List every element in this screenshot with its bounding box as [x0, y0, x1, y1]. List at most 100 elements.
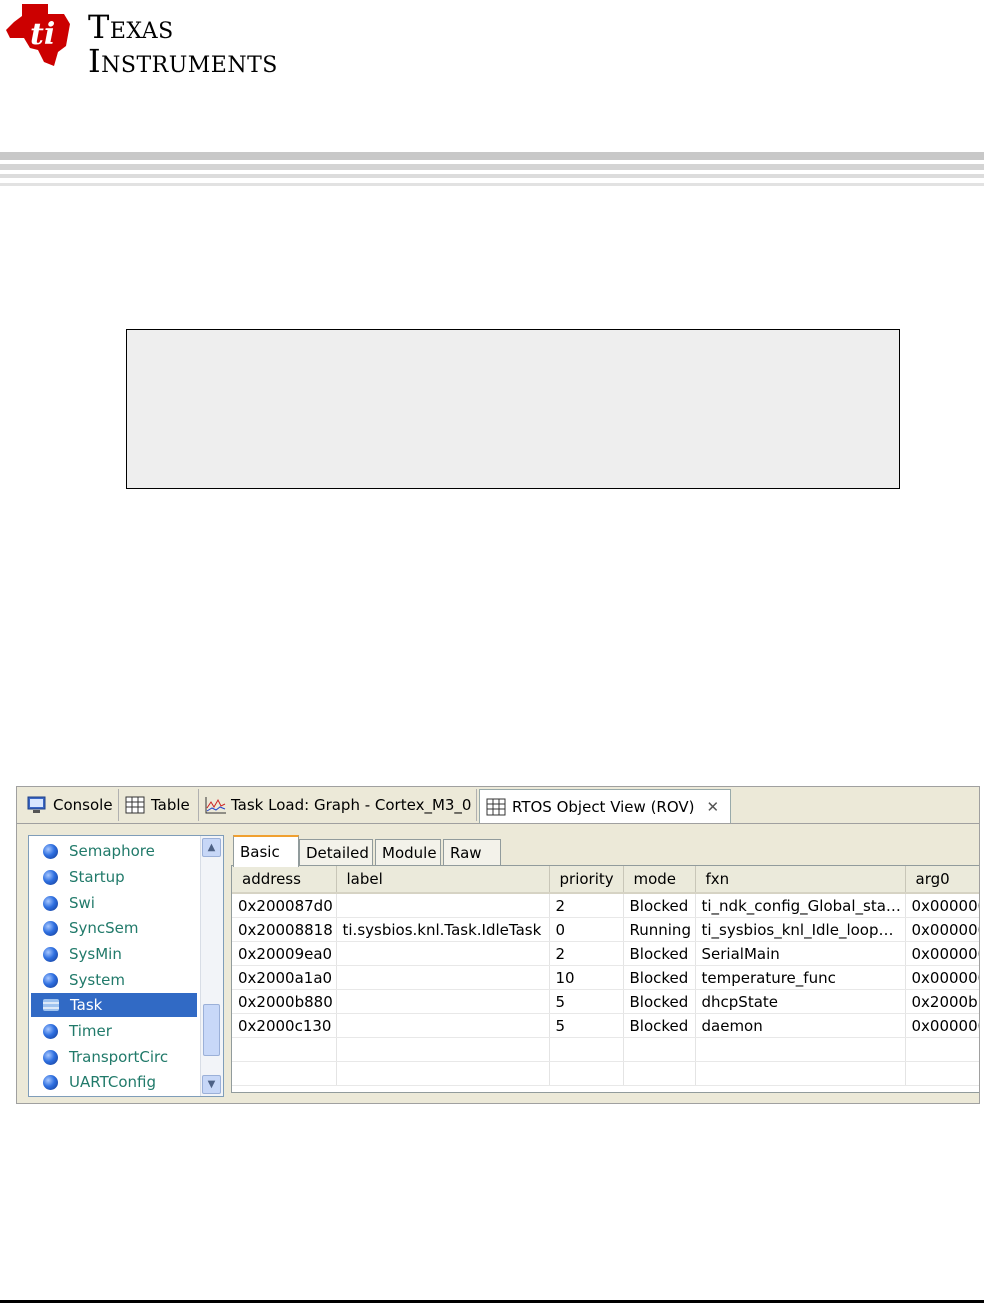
- tab-basic[interactable]: Basic: [233, 835, 299, 867]
- module-icon: [43, 1023, 58, 1039]
- table-row-empty: [232, 1061, 979, 1086]
- module-icon: [43, 972, 58, 988]
- tree-item-timer[interactable]: Timer: [31, 1019, 197, 1043]
- tree-item-label: Startup: [69, 868, 125, 886]
- tab-table-label: Table: [151, 796, 190, 814]
- close-icon[interactable]: ✕: [707, 798, 720, 816]
- column-header-label[interactable]: label: [336, 866, 550, 894]
- ti-logo-icon: ti: [6, 4, 70, 66]
- header-rule-3: [0, 174, 984, 178]
- column-header-fxn[interactable]: fxn: [695, 866, 906, 894]
- tab-console[interactable]: Console: [21, 789, 119, 821]
- table-row[interactable]: 0x2000a1a0 10 Blocked temperature_func 0…: [232, 965, 979, 990]
- task-module-icon: [43, 999, 59, 1011]
- module-icon: [43, 920, 58, 936]
- tree-item-semaphore[interactable]: Semaphore: [31, 839, 197, 863]
- cell-priority: 0: [549, 917, 624, 942]
- tree-item-label: System: [69, 971, 125, 989]
- tree-scrollbar[interactable]: ▲ ▼: [200, 836, 223, 1096]
- cell-fxn: ti_ndk_config_Global_sta…: [695, 893, 906, 918]
- graph-icon: [205, 796, 226, 814]
- task-table: address label priority mode fxn arg0 0x2…: [231, 865, 979, 1093]
- tree-item-label: SysMin: [69, 945, 122, 963]
- cell-label: [336, 941, 550, 966]
- tree-item-label: Semaphore: [69, 842, 155, 860]
- module-icon: [43, 1074, 58, 1090]
- rov-view: Basic Detailed Module Raw address label …: [231, 835, 979, 1097]
- tab-raw-label: Raw: [450, 843, 482, 862]
- table-row[interactable]: 0x20008818 ti.sysbios.knl.Task.IdleTask …: [232, 917, 979, 942]
- cell-label: [336, 893, 550, 918]
- scroll-thumb[interactable]: [203, 1004, 220, 1056]
- cell-arg0: 0x000000: [905, 941, 979, 966]
- column-header-arg0[interactable]: arg0: [905, 866, 979, 894]
- tab-detailed[interactable]: Detailed: [299, 839, 373, 865]
- tree-item-system[interactable]: System: [31, 968, 197, 992]
- table-header-row: address label priority mode fxn arg0: [232, 866, 979, 894]
- footer-rule: [0, 1300, 984, 1303]
- table-row[interactable]: 0x2000c130 5 Blocked daemon 0x000000: [232, 1013, 979, 1038]
- cell-mode: Blocked: [623, 965, 696, 990]
- tree-item-label: UARTConfig: [69, 1073, 156, 1091]
- table-row[interactable]: 0x2000b880 5 Blocked dhcpState 0x2000b1: [232, 989, 979, 1014]
- header-rule-4: [0, 183, 984, 186]
- tree-item-task[interactable]: Task: [31, 993, 197, 1017]
- cell-label: ti.sysbios.knl.Task.IdleTask: [336, 917, 550, 942]
- column-header-mode[interactable]: mode: [623, 866, 696, 894]
- tab-table[interactable]: Table: [119, 789, 199, 821]
- table-icon: [125, 796, 145, 814]
- cell-fxn: daemon: [695, 1013, 906, 1038]
- cell-arg0: 0x000000: [905, 917, 979, 942]
- cell-priority: 5: [549, 1013, 624, 1038]
- tree-item-transportcirc[interactable]: TransportCirc: [31, 1045, 197, 1069]
- module-icon: [43, 946, 58, 962]
- tree-item-label: Task: [70, 996, 103, 1014]
- rov-subtabs: Basic Detailed Module Raw: [231, 835, 979, 867]
- module-icon: [43, 843, 58, 859]
- cell-mode: Running: [623, 917, 696, 942]
- svg-text:ti: ti: [30, 17, 55, 52]
- cell-arg0: 0x000000: [905, 965, 979, 990]
- tab-raw[interactable]: Raw: [443, 839, 501, 865]
- tab-module[interactable]: Module: [375, 839, 441, 865]
- table-row-empty: [232, 1037, 979, 1062]
- tab-task-load-graph[interactable]: Task Load: Graph - Cortex_M3_0: [199, 789, 477, 821]
- tree-item-label: Swi: [69, 894, 95, 912]
- task-table-grid: address label priority mode fxn arg0 0x2…: [232, 866, 979, 1086]
- tree-item-sysmin[interactable]: SysMin: [31, 942, 197, 966]
- cell-label: [336, 989, 550, 1014]
- table-row[interactable]: 0x20009ea0 2 Blocked SerialMain 0x000000: [232, 941, 979, 966]
- tree-item-startup[interactable]: Startup: [31, 865, 197, 889]
- tab-rov-label: RTOS Object View (ROV): [512, 797, 695, 816]
- note-box: [126, 329, 900, 489]
- tree-item-uartconfig[interactable]: UARTConfig: [31, 1070, 197, 1094]
- module-icon: [43, 1049, 58, 1065]
- column-header-address[interactable]: address: [232, 866, 337, 894]
- cell-arg0: 0x2000b1: [905, 989, 979, 1014]
- cell-address: 0x2000b880: [232, 989, 337, 1014]
- tab-module-label: Module: [382, 843, 437, 862]
- cell-priority: 2: [549, 941, 624, 966]
- cell-fxn: SerialMain: [695, 941, 906, 966]
- tab-console-label: Console: [53, 796, 113, 814]
- cell-address: 0x2000c130: [232, 1013, 337, 1038]
- header-rule: [0, 152, 984, 160]
- tree-item-syncsem[interactable]: SyncSem: [31, 916, 197, 940]
- column-header-priority[interactable]: priority: [549, 866, 624, 894]
- cell-fxn: dhcpState: [695, 989, 906, 1014]
- module-icon: [43, 869, 58, 885]
- header-rule-2: [0, 164, 984, 170]
- ti-wordmark: Texas Instruments: [88, 10, 278, 78]
- tree-item-swi[interactable]: Swi: [31, 891, 197, 915]
- module-icon: [43, 895, 58, 911]
- view-tab-bar: Console Table Task Load: Graph - Cortex_…: [17, 787, 979, 824]
- table-row[interactable]: 0x200087d0 2 Blocked ti_ndk_config_Globa…: [232, 893, 979, 918]
- console-icon: [27, 796, 47, 814]
- scroll-down-icon[interactable]: ▼: [202, 1075, 221, 1094]
- cell-address: 0x20009ea0: [232, 941, 337, 966]
- cell-fxn: ti_sysbios_knl_Idle_loop…: [695, 917, 906, 942]
- tab-rtos-object-view[interactable]: RTOS Object View (ROV) ✕: [479, 789, 731, 823]
- module-tree: Semaphore Startup Swi SyncSem SysMin Sys…: [28, 835, 224, 1097]
- scroll-up-icon[interactable]: ▲: [202, 838, 221, 857]
- cell-priority: 10: [549, 965, 624, 990]
